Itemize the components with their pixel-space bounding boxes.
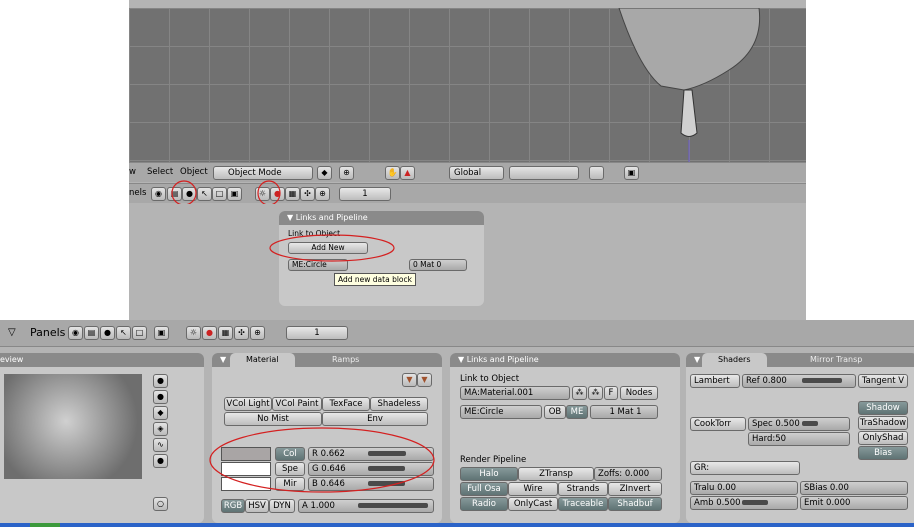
ob-button[interactable]: OB — [544, 405, 566, 419]
sbias-slider[interactable]: SBias 0.00 — [800, 481, 908, 495]
strands-button[interactable]: Strands — [558, 482, 608, 496]
full-osa-button[interactable]: Full Osa — [460, 482, 508, 496]
bias-button[interactable]: Bias — [858, 446, 908, 460]
hard-slider[interactable]: Hard:50 — [748, 432, 850, 446]
links-panel-title: ▼ Links and Pipeline — [450, 353, 680, 367]
traceable-button[interactable]: Traceable — [558, 497, 608, 511]
tangent-v-button[interactable]: Tangent V — [858, 374, 908, 388]
onlycast-button[interactable]: OnlyCast — [508, 497, 558, 511]
spec-slider-fill — [802, 421, 818, 426]
tralu-slider[interactable]: Tralu 0.00 — [690, 481, 798, 495]
nodes-button[interactable]: Nodes — [620, 386, 658, 400]
zinvert-button[interactable]: ZInvert — [608, 482, 662, 496]
specular-shader-select[interactable]: CookTorr — [690, 417, 746, 431]
annotation-circle-add-new — [269, 234, 395, 262]
amb-slider-fill — [742, 500, 768, 505]
mat-index-field[interactable]: 1 Mat 1 — [590, 405, 658, 419]
group-field[interactable]: GR: — [690, 461, 800, 475]
onlyshad-button[interactable]: OnlyShad — [858, 431, 908, 445]
tab-mirror-transp[interactable]: Mirror Transp — [810, 353, 862, 367]
top-screenshot: w Select Object Object Mode ◆ ⊕ ✋ ▲ Glob… — [129, 0, 806, 320]
zoffs-field[interactable]: Zoffs: 0.000 — [594, 467, 662, 481]
radio-button[interactable]: Radio — [460, 497, 508, 511]
emit-slider[interactable]: Emit 0.000 — [800, 496, 908, 510]
spec-slider[interactable]: Spec 0.500 — [748, 417, 850, 431]
ref-slider-fill — [802, 378, 842, 383]
users-icon[interactable]: ⁂ — [572, 386, 587, 400]
fake-user-icon[interactable]: ⁂ — [588, 386, 603, 400]
shadow-button[interactable]: Shadow — [858, 401, 908, 415]
trashadow-button[interactable]: TraShadow — [858, 416, 908, 430]
bottom-screenshot: ▽ Panels ◉ ▤ ● ↖ □ ▣ ☼ ● ▦ ✣ ⊕ 1 eview ●… — [0, 320, 914, 527]
tab-shaders[interactable]: Shaders — [702, 353, 767, 367]
shadbuf-button[interactable]: Shadbuf — [608, 497, 662, 511]
fake-user-button[interactable]: F — [604, 386, 618, 400]
halo-button[interactable]: Halo — [460, 467, 518, 481]
link-to-object-label: Link to Object — [460, 374, 520, 384]
diffuse-shader-select[interactable]: Lambert — [690, 374, 740, 388]
material-name-field[interactable]: MA:Material.001 — [460, 386, 570, 400]
start-button[interactable] — [30, 523, 60, 527]
mesh-name-field[interactable]: ME:Circle — [460, 405, 542, 419]
render-pipeline-label: Render Pipeline — [460, 455, 527, 465]
ztransp-button[interactable]: ZTransp — [518, 467, 594, 481]
wire-button[interactable]: Wire — [508, 482, 558, 496]
shaders-panel: ▼ Shaders Mirror Transp Lambert Ref 0.80… — [686, 353, 914, 523]
shaders-tabs: ▼ Shaders Mirror Transp — [686, 353, 914, 367]
me-button[interactable]: ME — [566, 405, 588, 419]
links-panel: ▼ Links and Pipeline Link to Object MA:M… — [450, 353, 680, 523]
taskbar — [0, 523, 914, 527]
